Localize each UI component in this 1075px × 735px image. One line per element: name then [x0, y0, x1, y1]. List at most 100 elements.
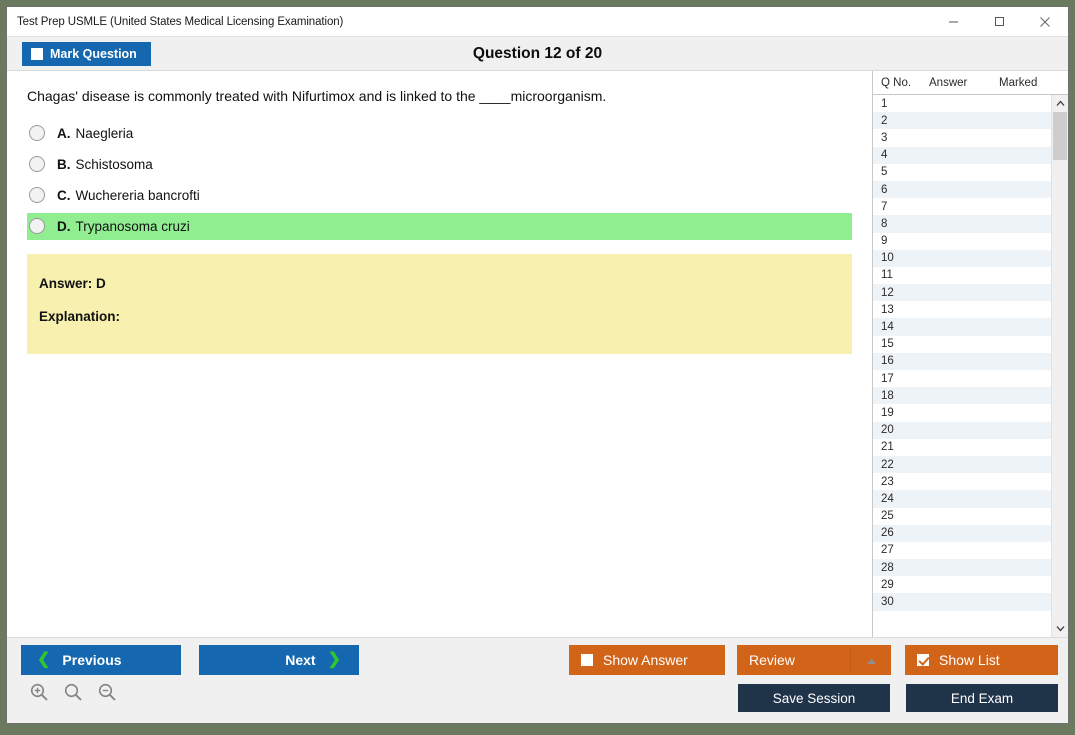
show-answer-button[interactable]: Show Answer: [569, 645, 725, 675]
close-icon: [1040, 16, 1050, 27]
zoom-icon[interactable]: [63, 682, 83, 702]
scrollbar-track[interactable]: [1052, 112, 1068, 620]
question-list-row-qno: 11: [881, 269, 893, 282]
option-letter: C.: [57, 187, 71, 203]
question-list-row-qno: 2: [881, 114, 888, 127]
question-list-row[interactable]: 20: [873, 421, 1051, 439]
question-list-row[interactable]: 2: [873, 112, 1051, 130]
question-list-row-qno: 19: [881, 406, 894, 419]
scroll-up-button[interactable]: [1052, 95, 1068, 112]
bottom-bar: ❮ Previous Next ❯ Show Answer Review Sho…: [7, 637, 1068, 723]
mark-question-checkbox[interactable]: [31, 47, 43, 60]
review-dropdown[interactable]: Review: [737, 645, 891, 675]
show-list-checkbox[interactable]: [917, 654, 929, 666]
question-list-row[interactable]: 30: [873, 593, 1051, 611]
options-list: A. Naegleria B. Schistosoma C. Wuchereria ban…: [7, 120, 872, 240]
window-title: Test Prep USMLE (United States Medical L…: [17, 15, 344, 28]
show-list-button[interactable]: Show List: [905, 645, 1058, 675]
question-list-row[interactable]: 29: [873, 576, 1051, 594]
question-list-row[interactable]: 4: [873, 146, 1051, 164]
previous-button[interactable]: ❮ Previous: [21, 645, 181, 675]
question-text: Chagas' disease is commonly treated with…: [27, 88, 607, 104]
save-session-button[interactable]: Save Session: [738, 684, 890, 712]
question-list-row[interactable]: 1: [873, 95, 1051, 113]
question-list-row[interactable]: 19: [873, 404, 1051, 422]
toolbar: Mark Question Question 12 of 20: [7, 37, 1068, 71]
question-list-row-qno: 26: [881, 527, 894, 540]
option-row[interactable]: C. Wuchereria bancrofti: [27, 182, 852, 209]
zoom-in-icon[interactable]: [29, 682, 49, 702]
maximize-button[interactable]: [976, 7, 1022, 36]
question-list-row[interactable]: 16: [873, 352, 1051, 370]
maximize-icon: [994, 17, 1004, 26]
question-list-row-qno: 10: [881, 252, 894, 265]
question-list-pane: Q No. Answer Marked 1 2 3 4 5 6 7 8 9 10 11 12 13 14 1…: [872, 71, 1068, 637]
body-area: Chagas' disease is commonly treated with…: [7, 71, 1068, 637]
question-list-row[interactable]: 23: [873, 473, 1051, 491]
option-letter: A.: [57, 125, 71, 141]
question-list-row[interactable]: 6: [873, 180, 1051, 199]
question-list-row[interactable]: 27: [873, 541, 1051, 560]
question-list-row-qno: 20: [881, 424, 894, 437]
option-radio[interactable]: [29, 125, 45, 142]
question-list-row-qno: 7: [881, 200, 888, 213]
question-list-row-qno: 23: [881, 475, 894, 488]
question-list-row[interactable]: 28: [873, 559, 1051, 577]
chevron-left-icon: ❮: [37, 651, 51, 668]
question-list-row[interactable]: 12: [873, 284, 1051, 302]
question-list-row-qno: 1: [881, 97, 888, 110]
window-controls: [930, 7, 1068, 36]
question-list-row[interactable]: 26: [873, 524, 1051, 542]
column-header-qno: Q No.: [881, 76, 912, 89]
question-list-row-qno: 18: [881, 389, 894, 402]
question-list-row[interactable]: 9: [873, 232, 1051, 250]
question-list-row-qno: 22: [881, 458, 894, 471]
application-window: Test Prep USMLE (United States Medical L…: [6, 6, 1069, 724]
column-header-answer: Answer: [929, 76, 968, 89]
option-radio[interactable]: [29, 218, 45, 235]
question-list-row-qno: 30: [881, 596, 894, 609]
show-answer-label: Show Answer: [603, 652, 688, 668]
question-list-body: 1 2 3 4 5 6 7 8 9 10 11 12 13 14 15 16 17 18 19 20 21 22 23 24 2…: [873, 95, 1068, 637]
option-row[interactable]: A. Naegleria: [27, 120, 852, 147]
question-list-scrollbar[interactable]: [1051, 95, 1068, 637]
option-row[interactable]: D. Trypanosoma cruzi: [27, 212, 852, 240]
close-button[interactable]: [1022, 7, 1068, 36]
question-list-row[interactable]: 11: [873, 266, 1051, 285]
question-list-row[interactable]: 25: [873, 507, 1051, 525]
question-pane: Chagas' disease is commonly treated with…: [7, 71, 872, 637]
question-list-row[interactable]: 24: [873, 490, 1051, 508]
question-list-row[interactable]: 10: [873, 249, 1051, 267]
question-list-row[interactable]: 17: [873, 370, 1051, 388]
question-list-rows[interactable]: 1 2 3 4 5 6 7 8 9 10 11 12 13 14 15 16 17 18 19 20 21 22 23 24 2…: [873, 95, 1051, 637]
question-list-row[interactable]: 8: [873, 215, 1051, 233]
question-list-row[interactable]: 22: [873, 455, 1051, 474]
zoom-out-icon[interactable]: [97, 682, 117, 702]
option-radio[interactable]: [29, 187, 45, 204]
option-row[interactable]: B. Schistosoma: [27, 151, 852, 178]
option-text: Wuchereria bancrofti: [75, 187, 200, 203]
question-list-row[interactable]: 21: [873, 438, 1051, 456]
question-list-row[interactable]: 18: [873, 387, 1051, 405]
question-list-row[interactable]: 15: [873, 335, 1051, 353]
question-list-row-qno: 16: [881, 355, 894, 368]
show-answer-checkbox[interactable]: [581, 654, 593, 666]
scrollbar-thumb[interactable]: [1053, 112, 1067, 160]
previous-label: Previous: [62, 652, 122, 668]
review-divider: [850, 648, 851, 672]
answer-panel: Answer: D Explanation:: [27, 253, 852, 354]
end-exam-button[interactable]: End Exam: [906, 684, 1058, 712]
option-radio[interactable]: [29, 156, 45, 173]
question-list-row-qno: 3: [881, 131, 888, 144]
review-label: Review: [749, 652, 795, 668]
scroll-down-button[interactable]: [1052, 620, 1068, 637]
question-list-row[interactable]: 7: [873, 198, 1051, 216]
next-button[interactable]: Next ❯: [199, 645, 359, 675]
minimize-button[interactable]: [930, 7, 976, 36]
question-list-row[interactable]: 3: [873, 129, 1051, 147]
question-list-row[interactable]: 5: [873, 163, 1051, 181]
mark-question-button[interactable]: Mark Question: [22, 41, 151, 66]
question-list-row[interactable]: 13: [873, 301, 1051, 319]
option-text: Trypanosoma cruzi: [75, 218, 190, 234]
question-list-row[interactable]: 14: [873, 318, 1051, 336]
